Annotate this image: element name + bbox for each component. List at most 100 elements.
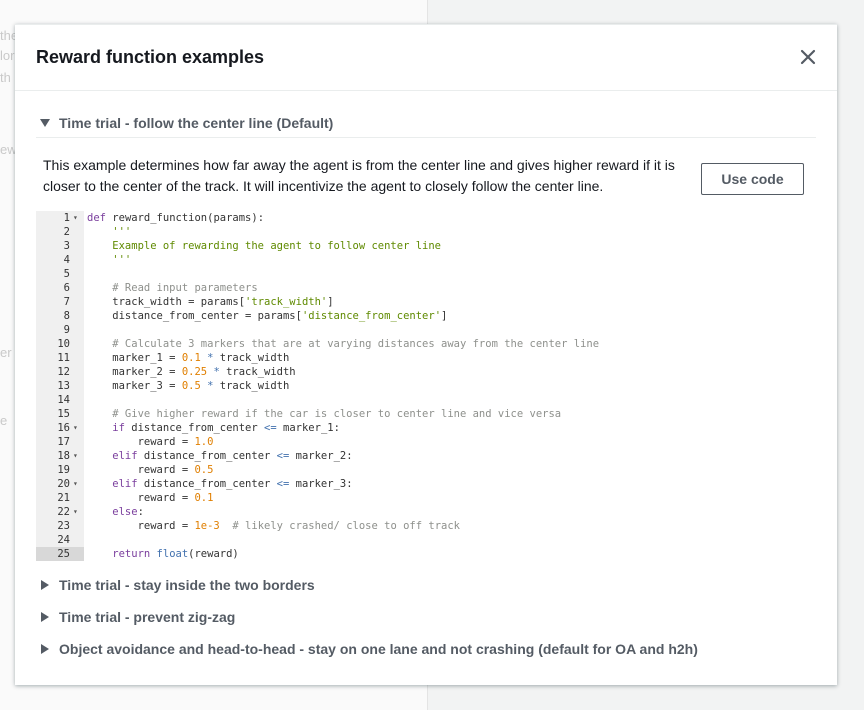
example-expander-stay-inside-borders[interactable]: Time trial - stay inside the two borders <box>39 574 315 596</box>
line-number: 24 <box>57 534 70 546</box>
line-number: 2 <box>63 226 70 238</box>
background-text: th <box>0 70 11 85</box>
caret-down-icon <box>40 119 50 127</box>
code-token: <= <box>276 450 290 462</box>
line-number: 7 <box>63 296 70 308</box>
expander-label: Object avoidance and head-to-head - stay… <box>59 641 698 657</box>
code-text: # Calculate 3 markers that are at varyin… <box>87 337 599 351</box>
line-number: 3 <box>63 240 70 252</box>
code-text: ''' <box>87 253 131 267</box>
code-token: ''' <box>87 226 132 238</box>
code-line: 9 <box>36 323 816 337</box>
line-number: 18 <box>57 450 70 462</box>
modal-header: Reward function examples <box>15 25 837 91</box>
code-text: marker_1 = 0.1 * track_width <box>87 351 289 365</box>
code-token: 0.1 <box>194 492 214 504</box>
caret-right-icon <box>41 644 49 654</box>
code-token: marker_3: <box>289 478 353 490</box>
line-number: 16 <box>57 422 70 434</box>
fold-toggle-icon[interactable]: ▾ <box>73 505 81 519</box>
fold-toggle-icon[interactable]: ▾ <box>73 421 81 435</box>
caret-right-icon <box>41 612 49 622</box>
line-number: 21 <box>57 492 70 504</box>
code-token: 'distance_from_center' <box>301 310 442 322</box>
line-number: 22 <box>57 506 70 518</box>
code-token: distance_from_center <box>143 478 277 490</box>
close-button[interactable] <box>797 46 819 68</box>
code-token: <= <box>264 422 277 434</box>
code-token: elif <box>87 478 144 490</box>
code-token: marker_2: <box>289 450 353 462</box>
code-token: return <box>87 548 157 560</box>
code-token: marker_1 = <box>87 352 182 364</box>
line-number: 15 <box>57 408 70 420</box>
code-line: 19 reward = 0.5 <box>36 463 816 477</box>
expander-label: Time trial - stay inside the two borders <box>59 577 315 593</box>
code-token: (reward) <box>188 548 239 560</box>
code-token: # Give higher reward if the car is close… <box>87 408 562 420</box>
line-number: 25 <box>57 548 70 560</box>
code-token: track_width = params[ <box>87 296 246 308</box>
line-number: 4 <box>63 254 70 266</box>
code-text: # Read input parameters <box>87 281 258 295</box>
code-line: 15 # Give higher reward if the car is cl… <box>36 407 816 421</box>
code-token: reward_function(params): <box>112 212 265 224</box>
code-text: if distance_from_center <= marker_1: <box>87 421 340 435</box>
code-line: 18 ▾ elif distance_from_center <= marker_… <box>36 449 816 463</box>
code-token: 0.5 <box>181 380 201 392</box>
line-number: 12 <box>57 366 70 378</box>
code-token: float <box>156 548 189 560</box>
example-expander-object-avoidance[interactable]: Object avoidance and head-to-head - stay… <box>39 638 698 660</box>
code-editor[interactable]: 1 ▾ def reward_function(params): 2 ''' 3 Exa… <box>36 211 816 561</box>
code-line: 4 ''' <box>36 253 816 267</box>
line-number: 20 <box>57 478 70 490</box>
code-token: distance_from_center = params[ <box>87 310 302 322</box>
code-token: 1.0 <box>194 436 214 448</box>
example-expander-prevent-zig-zag[interactable]: Time trial - prevent zig-zag <box>39 606 235 628</box>
code-token: * <box>207 366 227 378</box>
code-token: # Read input parameters <box>87 282 258 294</box>
code-token: track_width <box>219 380 290 392</box>
code-token: reward = <box>87 464 195 476</box>
code-token: elif <box>87 450 144 462</box>
code-line: 20 ▾ elif distance_from_center <= marker_… <box>36 477 816 491</box>
background-text: e <box>0 413 8 428</box>
code-line: 17 reward = 1.0 <box>36 435 816 449</box>
code-token: : <box>137 506 144 518</box>
fold-toggle-icon[interactable]: ▾ <box>73 449 81 463</box>
code-line: 5 <box>36 267 816 281</box>
code-line: 1 ▾ def reward_function(params): <box>36 211 816 225</box>
code-text: reward = 0.1 <box>87 491 214 505</box>
line-number: 1 <box>63 212 70 224</box>
code-text: marker_3 = 0.5 * track_width <box>87 379 289 393</box>
line-number: 17 <box>57 436 70 448</box>
code-token: marker_3 = <box>87 380 182 392</box>
code-token: distance_from_center <box>143 450 277 462</box>
code-line: 16 ▾ if distance_from_center <= marker_1: <box>36 421 816 435</box>
code-text: reward = 1.0 <box>87 435 214 449</box>
code-token: else <box>87 506 138 518</box>
fold-toggle-icon[interactable]: ▾ <box>73 477 81 491</box>
code-text: reward = 1e-3 # likely crashed/ close to… <box>87 519 460 533</box>
modal-title: Reward function examples <box>36 47 265 67</box>
code-token: def <box>87 212 113 224</box>
code-token: * <box>200 352 220 364</box>
code-token: marker_2 = <box>87 366 182 378</box>
code-line: 13 marker_3 = 0.5 * track_width <box>36 379 816 393</box>
line-number: 23 <box>57 520 70 532</box>
code-token: marker_1: <box>276 422 340 434</box>
expander-header[interactable]: Time trial - follow the center line (Def… <box>39 112 819 134</box>
code-token: # Calculate 3 markers that are at varyin… <box>87 338 600 350</box>
use-code-button[interactable]: Use code <box>701 163 804 195</box>
code-text: # Give higher reward if the car is close… <box>87 407 561 421</box>
code-line: 11 marker_1 = 0.1 * track_width <box>36 351 816 365</box>
line-number: 13 <box>57 380 70 392</box>
code-text: distance_from_center = params['distance_… <box>87 309 447 323</box>
example-expander-follow-center-line[interactable]: Time trial - follow the center line (Def… <box>39 112 819 134</box>
code-line: 22 ▾ else: <box>36 505 816 519</box>
code-line: 3 Example of rewarding the agent to foll… <box>36 239 816 253</box>
line-number: 10 <box>57 338 70 350</box>
fold-toggle-icon[interactable]: ▾ <box>73 211 81 225</box>
code-line: 24 <box>36 533 816 547</box>
background-text: lor <box>0 48 15 63</box>
